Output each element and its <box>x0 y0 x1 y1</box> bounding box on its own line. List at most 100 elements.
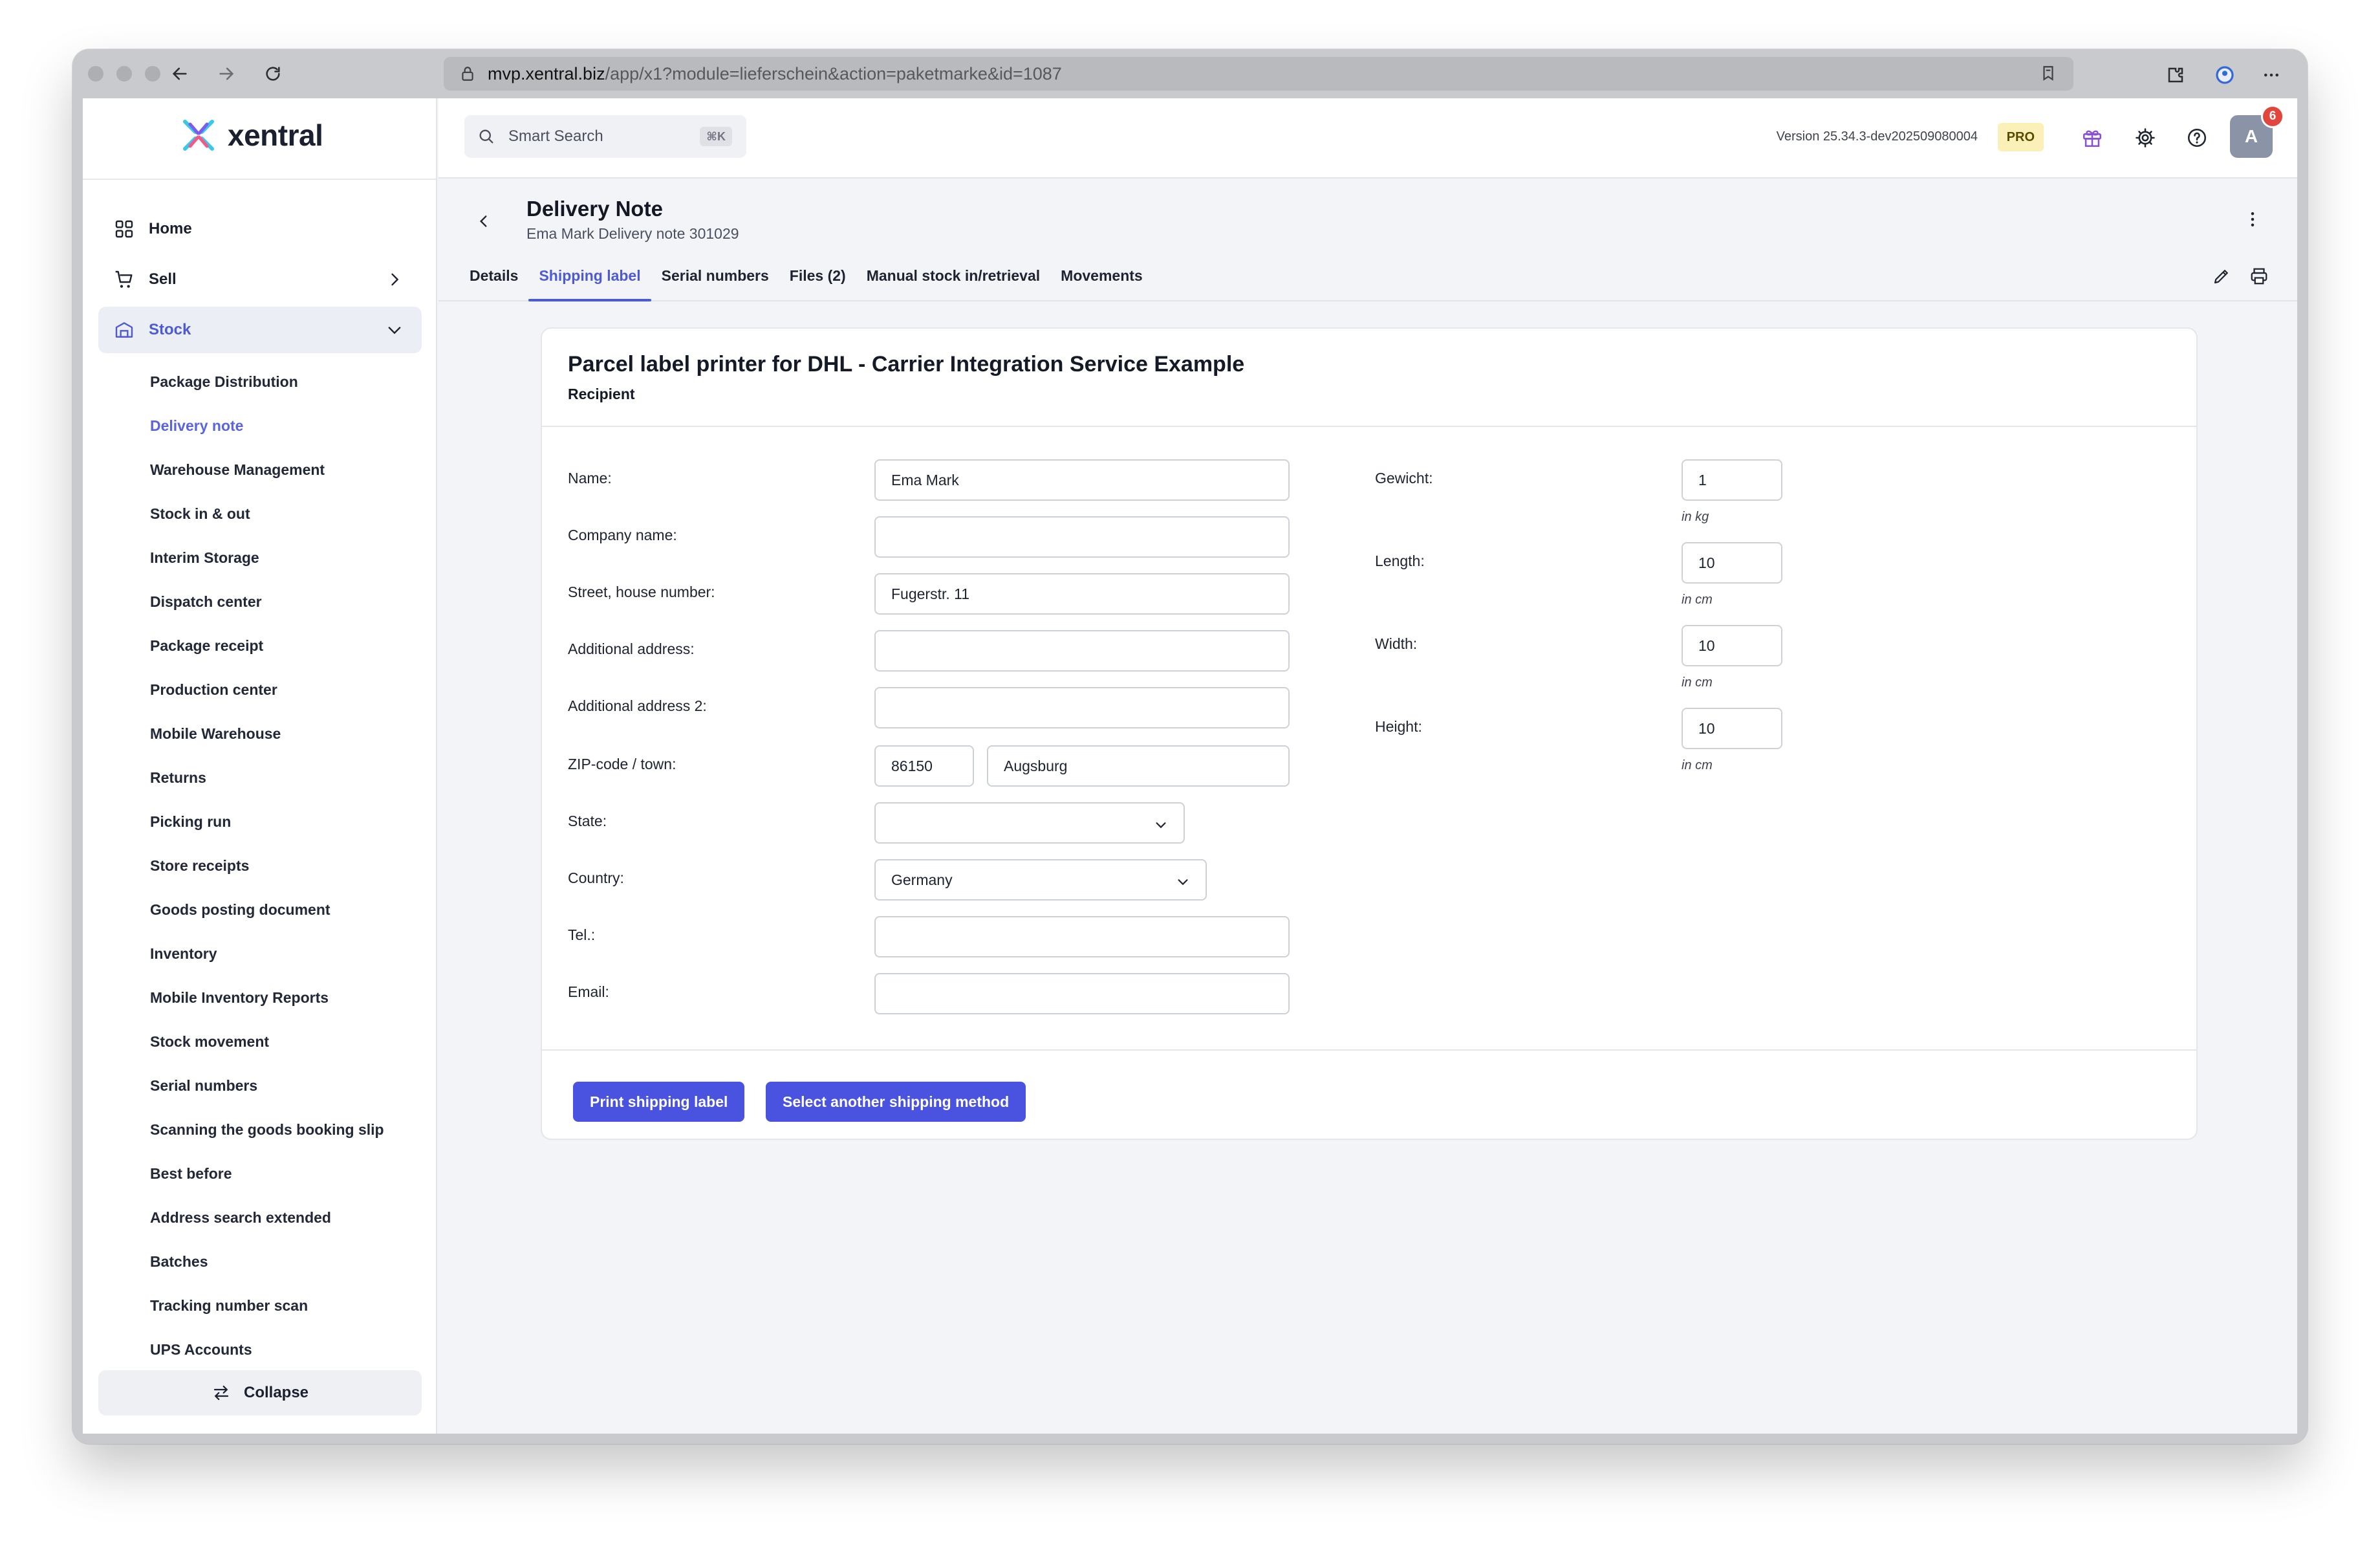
sidebar-item-label: Sell <box>149 270 177 288</box>
print-shipping-label-button[interactable]: Print shipping label <box>573 1082 745 1122</box>
name-field[interactable]: Ema Mark <box>874 459 1290 501</box>
street-value: Fugerstr. 11 <box>891 585 970 602</box>
sidebar-subitem-scanning-goods-booking-slip[interactable]: Scanning the goods booking slip <box>150 1117 384 1142</box>
minimize-window-button[interactable] <box>116 66 132 82</box>
bookmark-icon[interactable] <box>2040 65 2057 86</box>
sidebar-subitem-interim-storage[interactable]: Interim Storage <box>150 545 259 571</box>
extensions-icon[interactable] <box>2163 62 2189 88</box>
width-field[interactable]: 10 <box>1682 625 1782 666</box>
select-shipping-method-button[interactable]: Select another shipping method <box>766 1082 1026 1122</box>
sidebar-subitem-stock-in-out[interactable]: Stock in & out <box>150 501 250 527</box>
tab-details[interactable]: Details <box>470 264 528 301</box>
sidebar-subitem-tracking-number-scan[interactable]: Tracking number scan <box>150 1293 308 1318</box>
sidebar-subitem-package-distribution[interactable]: Package Distribution <box>150 369 298 395</box>
additional-address-2-label: Additional address 2: <box>568 697 707 714</box>
country-value: Germany <box>891 871 953 888</box>
card-footer-divider <box>542 1049 2196 1051</box>
sidebar-item-stock[interactable]: Stock <box>98 307 422 353</box>
sidebar-subitem-stock-movement[interactable]: Stock movement <box>150 1029 269 1055</box>
sidebar-subitem-picking-run[interactable]: Picking run <box>150 809 231 835</box>
town-field[interactable]: Augsburg <box>987 745 1290 787</box>
street-label: Street, house number: <box>568 584 715 600</box>
tab-serial-numbers[interactable]: Serial numbers <box>651 264 779 301</box>
country-label: Country: <box>568 869 624 886</box>
xentral-logo-icon <box>183 120 214 151</box>
forward-arrow-icon[interactable] <box>213 61 239 87</box>
height-field[interactable]: 10 <box>1682 708 1782 749</box>
company-label: Company name: <box>568 527 677 543</box>
width-unit: in cm <box>1682 675 1713 690</box>
company-field[interactable] <box>874 516 1290 558</box>
tab-actions <box>2212 267 2269 289</box>
sidebar-subitem-returns[interactable]: Returns <box>150 765 206 791</box>
edit-pencil-icon[interactable] <box>2212 267 2231 289</box>
sidebar-subitem-serial-numbers[interactable]: Serial numbers <box>150 1073 257 1098</box>
sidebar-subitem-best-before[interactable]: Best before <box>150 1161 232 1186</box>
sidebar-subitem-delivery-note[interactable]: Delivery note <box>150 413 243 439</box>
search-icon <box>479 129 493 144</box>
country-select[interactable]: Germany <box>874 859 1207 901</box>
zoom-window-button[interactable] <box>145 66 160 82</box>
version-text: Version 25.34.3-dev202509080004 <box>1776 129 1978 144</box>
page-header: Delivery Note Ema Mark Delivery note 301… <box>438 180 2297 301</box>
tab-files[interactable]: Files (2) <box>779 264 856 301</box>
sidebar-subitem-warehouse-management[interactable]: Warehouse Management <box>150 457 325 483</box>
sidebar-subitem-package-receipt[interactable]: Package receipt <box>150 633 263 659</box>
collapse-sidebar-button[interactable]: Collapse <box>98 1370 422 1415</box>
tel-field[interactable] <box>874 916 1290 957</box>
sidebar-divider <box>83 179 436 180</box>
weight-field[interactable]: 1 <box>1682 459 1782 501</box>
height-label: Height: <box>1375 718 1422 735</box>
zip-value: 86150 <box>891 757 933 774</box>
chevron-down-icon <box>1156 822 1166 829</box>
collapse-label: Collapse <box>243 1384 309 1401</box>
xentral-logo[interactable]: xentral <box>181 118 323 153</box>
sidebar-subitem-inventory[interactable]: Inventory <box>150 941 217 967</box>
sidebar-subitem-mobile-warehouse[interactable]: Mobile Warehouse <box>150 721 281 747</box>
length-field[interactable]: 10 <box>1682 542 1782 584</box>
more-actions-icon[interactable] <box>2243 210 2262 232</box>
zip-field[interactable]: 86150 <box>874 745 974 787</box>
sidebar-subitem-dispatch-center[interactable]: Dispatch center <box>150 589 262 615</box>
tab-shipping-label[interactable]: Shipping label <box>528 264 651 301</box>
tel-label: Tel.: <box>568 926 596 943</box>
email-label: Email: <box>568 983 609 1000</box>
reload-icon[interactable] <box>260 61 286 87</box>
print-icon[interactable] <box>2249 267 2269 289</box>
settings-gear-icon[interactable] <box>2130 123 2160 153</box>
width-value: 10 <box>1698 637 1715 654</box>
warehouse-icon <box>115 322 133 338</box>
sidebar-subitem-mobile-inventory-reports[interactable]: Mobile Inventory Reports <box>150 985 329 1011</box>
sidebar-subitem-ups-accounts[interactable]: UPS Accounts <box>150 1337 252 1362</box>
town-value: Augsburg <box>1004 757 1068 774</box>
tab-movements[interactable]: Movements <box>1050 264 1153 301</box>
sidebar-item-sell[interactable]: Sell <box>98 256 422 303</box>
additional-address-field[interactable] <box>874 630 1290 672</box>
page-title: Delivery Note <box>526 197 663 221</box>
additional-address-2-field[interactable] <box>874 687 1290 728</box>
sidebar-subitem-batches[interactable]: Batches <box>150 1249 208 1274</box>
profile-icon[interactable] <box>2212 62 2238 88</box>
additional-address-label: Additional address: <box>568 640 695 657</box>
sidebar-subitem-goods-posting-document[interactable]: Goods posting document <box>150 897 330 923</box>
sidebar-item-home[interactable]: Home <box>98 206 422 252</box>
more-menu-icon[interactable] <box>2258 62 2284 88</box>
close-window-button[interactable] <box>88 66 103 82</box>
address-bar[interactable]: mvp.xentral.biz/app/x1?module=liefersche… <box>444 57 2073 91</box>
street-field[interactable]: Fugerstr. 11 <box>874 573 1290 615</box>
state-select[interactable] <box>874 802 1185 844</box>
name-value: Ema Mark <box>891 471 959 488</box>
search-shortcut-badge: ⌘K <box>700 127 732 146</box>
chevron-down-icon <box>388 327 401 334</box>
sidebar-subitem-store-receipts[interactable]: Store receipts <box>150 853 249 879</box>
email-field[interactable] <box>874 973 1290 1014</box>
smart-search-input[interactable]: Smart Search ⌘K <box>464 115 746 158</box>
notification-badge[interactable]: 6 <box>2261 105 2284 128</box>
help-icon[interactable] <box>2182 123 2212 153</box>
tab-manual-stock[interactable]: Manual stock in/retrieval <box>856 264 1050 301</box>
sidebar-subitem-address-search-extended[interactable]: Address search extended <box>150 1205 331 1230</box>
gift-icon[interactable] <box>2077 123 2107 153</box>
back-arrow-icon[interactable] <box>167 61 193 87</box>
sidebar-subitem-production-center[interactable]: Production center <box>150 677 277 703</box>
back-chevron-icon[interactable] <box>472 210 495 233</box>
